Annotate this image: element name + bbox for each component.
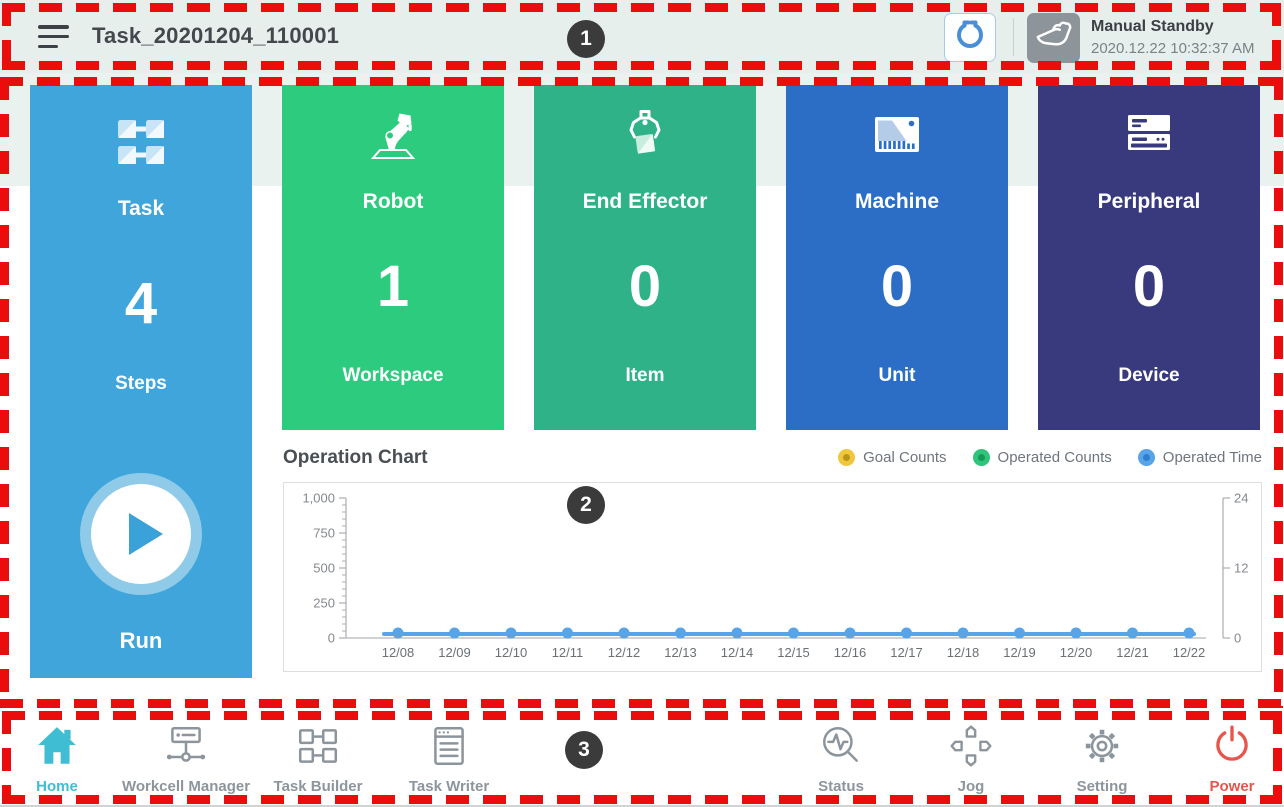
svg-text:12/19: 12/19 — [1003, 645, 1036, 660]
card-label: Task — [30, 197, 252, 221]
svg-text:500: 500 — [313, 561, 335, 576]
operated-counts-dot-icon — [973, 449, 990, 466]
card-unit: Workspace — [282, 365, 504, 387]
legend-item-operated-counts[interactable]: Operated Counts — [973, 449, 1112, 466]
svg-text:12/20: 12/20 — [1060, 645, 1093, 660]
robot-mode-block: Manual Standby 2020.12.22 10:32:37 AM — [1091, 18, 1254, 57]
svg-text:12/12: 12/12 — [608, 645, 641, 660]
mode-label: Manual Standby — [1091, 18, 1254, 36]
mode-datetime: 2020.12.22 10:32:37 AM — [1091, 40, 1254, 57]
end-effector-icon — [616, 107, 674, 168]
card-machine[interactable]: Machine 0 Unit — [786, 85, 1008, 430]
svg-text:0: 0 — [1234, 631, 1241, 646]
machine-icon — [868, 107, 926, 168]
bottom-nav: Home Workcell Mana — [0, 712, 1284, 807]
run-button[interactable] — [91, 484, 191, 584]
svg-text:1,000: 1,000 — [302, 491, 335, 506]
svg-text:12/13: 12/13 — [664, 645, 697, 660]
current-task-title: Task_20201204_110001 — [92, 23, 339, 49]
chart-legend: Goal Counts Operated Counts Operated Tim… — [838, 449, 1262, 466]
svg-text:12/15: 12/15 — [777, 645, 810, 660]
card-unit: Device — [1038, 365, 1260, 387]
svg-text:12/21: 12/21 — [1116, 645, 1149, 660]
header-divider — [1013, 18, 1014, 56]
card-robot[interactable]: Robot 1 Workspace — [282, 85, 504, 430]
operation-chart: 1,000 750 500 250 0 24 12 0 12/08 12/09 12/10 12/11… — [283, 482, 1262, 672]
svg-text:12/11: 12/11 — [552, 645, 584, 660]
run-label: Run — [30, 628, 252, 654]
gripper-button[interactable] — [944, 13, 996, 62]
svg-text:12/22: 12/22 — [1173, 645, 1206, 660]
svg-text:0: 0 — [328, 631, 335, 646]
card-end-effector[interactable]: End Effector 0 Item — [534, 85, 756, 430]
card-label: Machine — [786, 190, 1008, 214]
power-icon — [1147, 720, 1284, 772]
card-count: 0 — [1038, 253, 1260, 320]
svg-text:12: 12 — [1234, 561, 1248, 576]
manual-mode-tile[interactable] — [1027, 13, 1080, 63]
svg-text:12/16: 12/16 — [834, 645, 867, 660]
teach-pendant-screen: Task_20201204_110001 Manual Standby — [0, 0, 1284, 807]
nav-item-power[interactable]: Power — [1147, 720, 1284, 795]
svg-text:12/10: 12/10 — [495, 645, 528, 660]
svg-text:12/09: 12/09 — [438, 645, 471, 660]
svg-text:12/08: 12/08 — [382, 645, 415, 660]
card-label: Robot — [282, 190, 504, 214]
svg-text:750: 750 — [313, 526, 335, 541]
goal-counts-dot-icon — [838, 449, 855, 466]
svg-text:12/17: 12/17 — [890, 645, 923, 660]
task-steps-icon — [112, 115, 170, 176]
svg-text:12/14: 12/14 — [721, 645, 754, 660]
card-peripheral[interactable]: Peripheral 0 Device — [1038, 85, 1260, 430]
nav-item-task-writer[interactable]: Task Writer — [364, 720, 534, 795]
svg-text:250: 250 — [313, 596, 335, 611]
task-writer-icon — [364, 720, 534, 772]
card-unit: Item — [534, 365, 756, 387]
card-count: 1 — [282, 253, 504, 320]
play-icon — [129, 513, 163, 555]
svg-text:24: 24 — [1234, 491, 1248, 506]
card-label: End Effector — [534, 190, 756, 214]
card-count: 4 — [30, 270, 252, 337]
peripheral-icon — [1120, 107, 1178, 168]
legend-item-goal-counts[interactable]: Goal Counts — [838, 449, 946, 466]
card-unit: Steps — [30, 373, 252, 395]
robot-arm-icon — [364, 107, 422, 168]
card-label: Peripheral — [1038, 190, 1260, 214]
card-count: 0 — [534, 253, 756, 320]
operated-time-dot-icon — [1138, 449, 1155, 466]
svg-text:12/18: 12/18 — [947, 645, 980, 660]
hamburger-menu-icon[interactable] — [38, 25, 70, 49]
legend-item-operated-time[interactable]: Operated Time — [1138, 449, 1262, 466]
manual-hand-icon — [1033, 16, 1075, 61]
operation-chart-title: Operation Chart — [283, 447, 428, 469]
card-task[interactable]: Task 4 Steps Run — [30, 85, 252, 678]
card-unit: Unit — [786, 365, 1008, 387]
robot-gripper-icon — [952, 17, 988, 58]
card-count: 0 — [786, 253, 1008, 320]
